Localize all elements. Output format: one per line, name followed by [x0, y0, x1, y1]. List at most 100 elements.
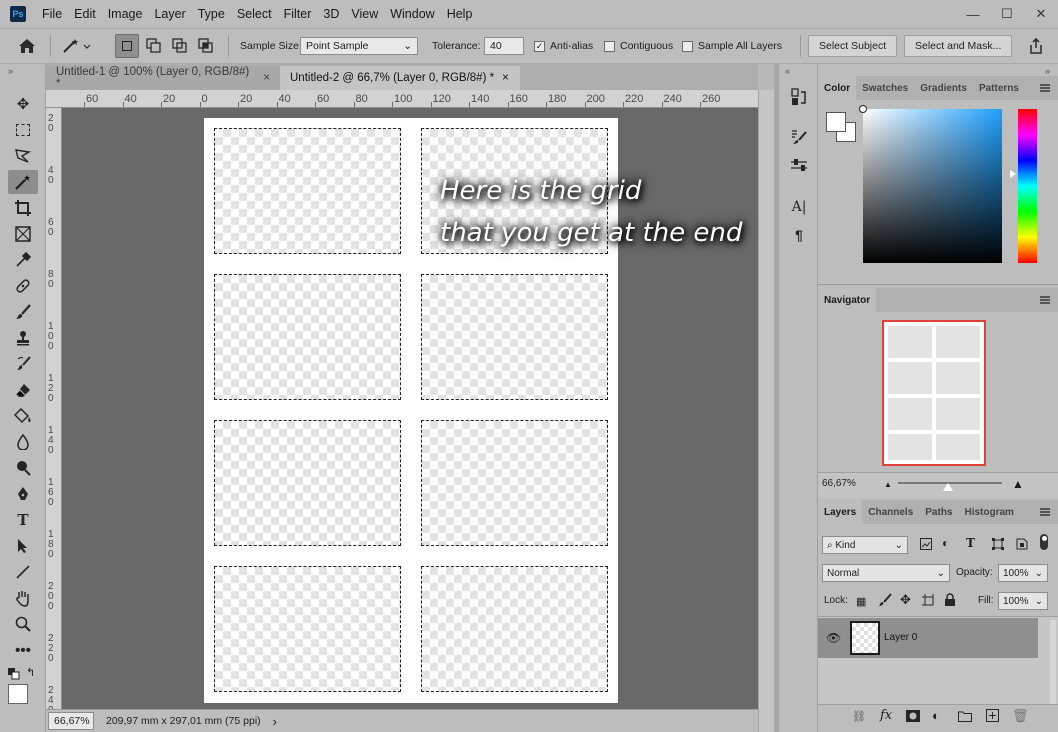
layer-row[interactable]: 👁 Layer 0 [818, 618, 1038, 658]
tab-swatches[interactable]: Swatches [856, 76, 914, 100]
swap-colors-icon[interactable]: ↰ [26, 666, 35, 679]
new-group-icon[interactable] [958, 710, 972, 725]
canvas-area[interactable]: Here is the grid that you get at the end [62, 108, 758, 709]
eraser-tool-icon[interactable] [8, 378, 38, 402]
minimize-button[interactable]: — [956, 0, 990, 28]
menu-select[interactable]: Select [231, 0, 278, 28]
tab-untitled-2[interactable]: Untitled-2 @ 66,7% (Layer 0, RGB/8#) * × [280, 66, 520, 90]
zoom-out-icon[interactable]: ▲ [884, 480, 892, 489]
expand-dock-icon[interactable]: « [785, 66, 790, 76]
tab-layers[interactable]: Layers [818, 500, 863, 524]
menu-edit[interactable]: Edit [68, 0, 102, 28]
adjustments-icon[interactable] [787, 154, 811, 176]
panel-menu-icon[interactable] [1040, 84, 1050, 92]
path-selection-tool-icon[interactable] [8, 534, 38, 558]
brush-settings-icon[interactable] [787, 126, 811, 148]
lock-all-icon[interactable] [944, 593, 956, 610]
sample-all-layers-checkbox[interactable]: Sample All Layers [682, 29, 782, 63]
blur-tool-icon[interactable] [8, 430, 38, 454]
subtract-from-selection-icon[interactable] [172, 29, 188, 63]
magic-wand-preset-icon[interactable] [62, 29, 92, 63]
filter-pixel-icon[interactable] [920, 538, 932, 553]
hue-slider[interactable] [1018, 109, 1037, 263]
marquee-tool-icon[interactable] [8, 118, 38, 142]
lasso-tool-icon[interactable] [8, 144, 38, 168]
menu-view[interactable]: View [345, 0, 384, 28]
eye-icon[interactable]: 👁 [826, 631, 841, 645]
menu-filter[interactable]: Filter [278, 0, 318, 28]
filter-shape-icon[interactable] [992, 538, 1004, 553]
adjustment-layer-icon[interactable]: ◐ [932, 708, 940, 723]
move-tool-icon[interactable]: ✥ [8, 92, 38, 116]
lock-image-icon[interactable] [878, 593, 892, 610]
clone-stamp-tool-icon[interactable] [8, 326, 38, 350]
tab-paths[interactable]: Paths [919, 500, 958, 524]
color-foreground-swatch[interactable] [826, 112, 846, 132]
paint-bucket-tool-icon[interactable] [8, 404, 38, 428]
hue-slider-handle-icon[interactable] [1010, 170, 1016, 178]
zoom-tool-icon[interactable] [8, 612, 38, 636]
lock-position-icon[interactable]: ✥ [900, 592, 911, 608]
tolerance-input[interactable]: 40 [484, 29, 524, 63]
frame-tool-icon[interactable] [8, 222, 38, 246]
default-colors-icon[interactable] [8, 668, 20, 683]
tab-patterns[interactable]: Patterns [973, 76, 1025, 100]
layers-scrollbar[interactable] [1050, 620, 1056, 704]
new-layer-icon[interactable] [986, 709, 999, 725]
filter-toggle-icon[interactable] [1040, 534, 1048, 550]
panel-menu-icon[interactable] [1040, 296, 1050, 304]
layer-name[interactable]: Layer 0 [884, 632, 917, 643]
tab-color[interactable]: Color [818, 76, 857, 100]
tab-untitled-1[interactable]: Untitled-1 @ 100% (Layer 0, RGB/8#) * × [46, 66, 280, 90]
foreground-color-swatch[interactable] [8, 684, 28, 704]
navigator-preview[interactable] [882, 320, 986, 466]
history-brush-tool-icon[interactable] [8, 352, 38, 376]
eyedropper-tool-icon[interactable] [8, 248, 38, 272]
filter-type-icon[interactable]: T [966, 536, 975, 550]
lock-transparent-icon[interactable]: ▦ [856, 595, 866, 608]
character-panel-icon[interactable]: A| [787, 196, 811, 218]
share-icon[interactable] [1028, 29, 1044, 63]
pen-tool-icon[interactable] [8, 482, 38, 506]
maximize-button[interactable]: ☐ [990, 0, 1024, 28]
link-layers-icon[interactable]: ⛓ [852, 710, 866, 723]
tab-navigator[interactable]: Navigator [818, 288, 877, 312]
vertical-scrollbar[interactable] [758, 90, 774, 732]
navigator-zoom-value[interactable]: 66,67% [822, 478, 856, 489]
layer-style-fx-icon[interactable]: fx [880, 708, 892, 723]
select-and-mask-button[interactable]: Select and Mask... [904, 35, 1013, 57]
menu-type[interactable]: Type [192, 0, 231, 28]
status-menu-arrow-icon[interactable]: › [273, 714, 277, 729]
menu-help[interactable]: Help [441, 0, 479, 28]
menu-layer[interactable]: Layer [148, 0, 191, 28]
panel-menu-icon[interactable] [1040, 508, 1050, 516]
select-subject-button[interactable]: Select Subject [808, 35, 898, 57]
color-picker-handle[interactable] [859, 105, 867, 113]
zoom-level-field[interactable]: 66,67% [48, 712, 94, 730]
delete-layer-icon[interactable]: 🗑 [1012, 708, 1029, 724]
dodge-tool-icon[interactable] [8, 456, 38, 480]
crop-tool-icon[interactable] [8, 196, 38, 220]
fill-field[interactable]: 100% ⌄ [998, 592, 1048, 610]
new-selection-icon[interactable] [114, 29, 140, 63]
layer-mask-icon[interactable] [906, 710, 920, 725]
menu-3d[interactable]: 3D [317, 0, 345, 28]
layer-filter-kind[interactable]: ⌕ Kind ⌄ [822, 536, 908, 554]
line-tool-icon[interactable] [8, 560, 38, 584]
tab-gradients[interactable]: Gradients [914, 76, 973, 100]
add-to-selection-icon[interactable] [146, 29, 162, 63]
magic-wand-tool-icon[interactable] [8, 170, 38, 194]
menu-file[interactable]: File [36, 0, 68, 28]
color-field[interactable] [859, 105, 1002, 263]
tolerance-value[interactable]: 40 [484, 37, 524, 55]
close-window-button[interactable]: ✕ [1024, 0, 1058, 28]
tab-channels[interactable]: Channels [862, 500, 919, 524]
menu-image[interactable]: Image [102, 0, 149, 28]
close-tab-icon[interactable]: × [263, 72, 270, 84]
collapse-toolbar-icon[interactable]: » [8, 66, 13, 76]
zoom-slider-handle-icon[interactable] [943, 483, 953, 491]
more-tools-icon[interactable]: ••• [8, 638, 38, 662]
type-tool-icon[interactable]: T [8, 508, 38, 532]
tab-histogram[interactable]: Histogram [959, 500, 1020, 524]
anti-alias-checkbox[interactable]: ✓ Anti-alias [534, 29, 593, 63]
